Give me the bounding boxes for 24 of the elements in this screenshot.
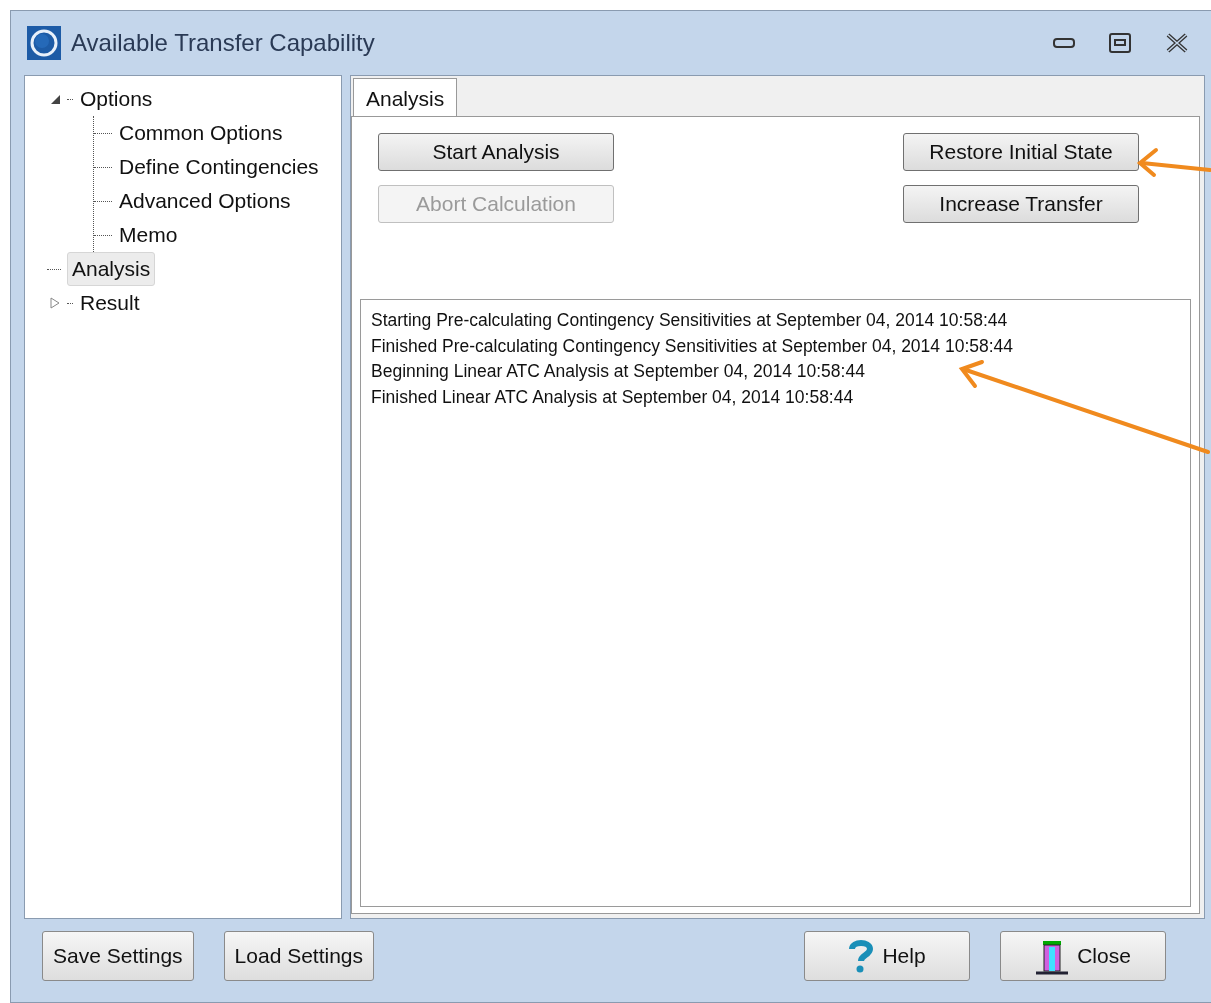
collapsed-triangle-icon[interactable]	[49, 297, 61, 309]
log-panel: Starting Pre-calculating Contingency Sensitivities at September 04, 2014 10:58:44 Finished Pre-calculating Contingency Sensitivities at September 04, 2014 10:58:44 Beginning Linear ATC Analysis at September 04, 2014 10:58:44 Finished Linear ATC Analysis at September 04, 2014 10:58:44	[360, 299, 1191, 907]
settings-button[interactable]: Save Settings	[42, 931, 194, 981]
tree-item[interactable]: Define Contingencies	[114, 150, 324, 184]
tree-item[interactable]: Analysis	[67, 252, 156, 286]
close-button[interactable]: Close	[1000, 931, 1167, 981]
help-question-icon	[848, 939, 875, 973]
action-button[interactable]: Restore Initial State	[903, 133, 1139, 171]
tree-item[interactable]: Advanced Options	[114, 184, 296, 218]
tree-item[interactable]: Options	[75, 82, 158, 116]
minimize-icon[interactable]	[1053, 37, 1075, 49]
close-icon[interactable]	[1165, 32, 1189, 54]
tree-item[interactable]: Result	[75, 286, 145, 320]
action-button[interactable]: Increase Transfer	[903, 185, 1139, 223]
app-logo-icon	[27, 26, 61, 60]
action-button[interactable]: Start Analysis	[378, 133, 614, 171]
maximize-icon[interactable]	[1109, 33, 1131, 53]
expanded-triangle-icon[interactable]	[49, 93, 61, 105]
settings-button[interactable]: Load Settings	[223, 931, 375, 981]
help-button[interactable]: Help	[804, 931, 971, 981]
tab[interactable]: Analysis	[353, 78, 458, 116]
tree-item[interactable]: Common Options	[114, 116, 288, 150]
tree-item[interactable]: Memo	[114, 218, 183, 252]
window-title: Available Transfer Capability	[71, 28, 375, 58]
